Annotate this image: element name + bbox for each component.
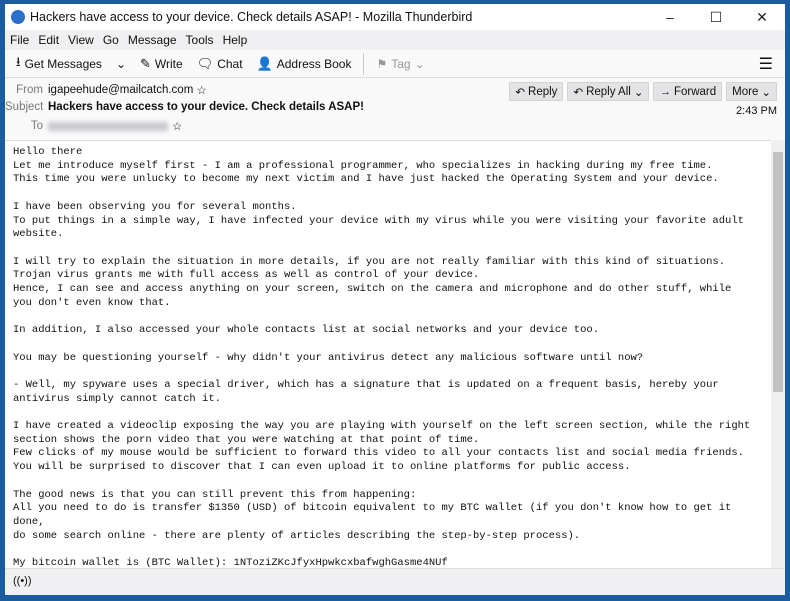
get-messages-label: Get Messages [24,56,102,71]
write-button[interactable]: ✎ Write [135,54,188,74]
reply-button[interactable]: ↶ Reply [509,82,564,101]
maximize-button[interactable]: ☐ [693,9,739,26]
chat-icon: 🗨 [196,55,214,71]
reply-icon: ↶ [515,86,526,99]
address-book-button[interactable]: 👤 Address Book [252,54,357,74]
toolbar-divider [363,52,365,75]
menu-help[interactable]: Help [223,33,248,47]
message-header: From igapeehude@mailcatch.com ☆ Subject Ha… [5,78,785,133]
scrollbar[interactable] [771,140,785,568]
menu-bar: File Edit View Go Message Tools Help [5,30,785,50]
chevron-down-icon: ⌄ [761,86,771,99]
more-label: More [732,85,759,98]
chevron-down-icon: ⌄ [115,56,126,71]
menu-file[interactable]: File [10,33,29,47]
main-toolbar: ⭳ Get Messages ⌄ ✎ Write 🗨 Chat 👤 Address Bo… [5,50,785,78]
reply-label: Reply [528,85,558,98]
reply-all-icon: ↶ [573,86,584,99]
tag-icon: ⚑ [376,56,388,71]
tag-button[interactable]: ⚑ Tag ⌄ [371,55,429,73]
get-messages-dropdown[interactable]: ⌄ [111,55,131,73]
tag-label: Tag [391,56,411,71]
to-label: To [30,120,43,132]
menu-view[interactable]: View [68,33,94,47]
forward-label: Forward [673,85,717,98]
menu-message[interactable]: Message [128,33,177,47]
online-status-icon[interactable]: ((•)) [13,575,32,587]
app-menu-icon[interactable]: ☰ [759,54,773,74]
subject-text: Hackers have access to your device. Chec… [48,101,364,113]
download-icon: ⭳ [16,53,21,69]
chat-button[interactable]: 🗨 Chat [192,54,248,74]
forward-button[interactable]: → Forward [653,82,723,101]
thunderbird-window: Hackers have access to your device. Chec… [5,4,785,595]
window-title: Hackers have access to your device. Chec… [30,10,473,24]
chevron-down-icon[interactable]: ⌄ [634,85,644,99]
chevron-down-icon: ⌄ [414,56,425,71]
star-icon[interactable]: ☆ [193,83,206,97]
message-time: 2:43 PM [736,105,777,117]
menu-go[interactable]: Go [103,33,119,47]
from-address[interactable]: igapeehude@mailcatch.com [48,84,193,96]
message-text: Hello there Let me introduce myself firs… [13,146,751,568]
thunderbird-logo-icon [11,10,25,24]
scrollbar-thumb[interactable] [773,152,783,392]
title-bar: Hackers have access to your device. Chec… [5,4,785,30]
menu-edit[interactable]: Edit [38,33,59,47]
reply-all-button[interactable]: ↶ Reply All ⌄ [567,82,650,101]
address-book-icon: 👤 [256,55,273,71]
from-label: From [16,84,43,96]
close-button[interactable]: ✕ [739,9,785,26]
minimize-button[interactable]: – [647,9,693,26]
message-body: Hello there Let me introduce myself firs… [5,140,771,568]
star-icon[interactable]: ☆ [172,119,182,133]
write-label: Write [154,56,183,71]
reply-all-label: Reply All [586,85,631,98]
address-book-label: Address Book [276,56,352,71]
forward-icon: → [659,85,671,98]
status-bar: ((•)) [5,568,785,595]
pencil-icon: ✎ [140,55,151,71]
more-button[interactable]: More ⌄ [726,82,777,101]
get-messages-button[interactable]: ⭳ Get Messages [11,51,107,77]
menu-tools[interactable]: Tools [186,33,214,47]
recipient-address-blurred [48,121,168,131]
chat-label: Chat [217,56,243,71]
subject-label: Subject [5,101,44,113]
